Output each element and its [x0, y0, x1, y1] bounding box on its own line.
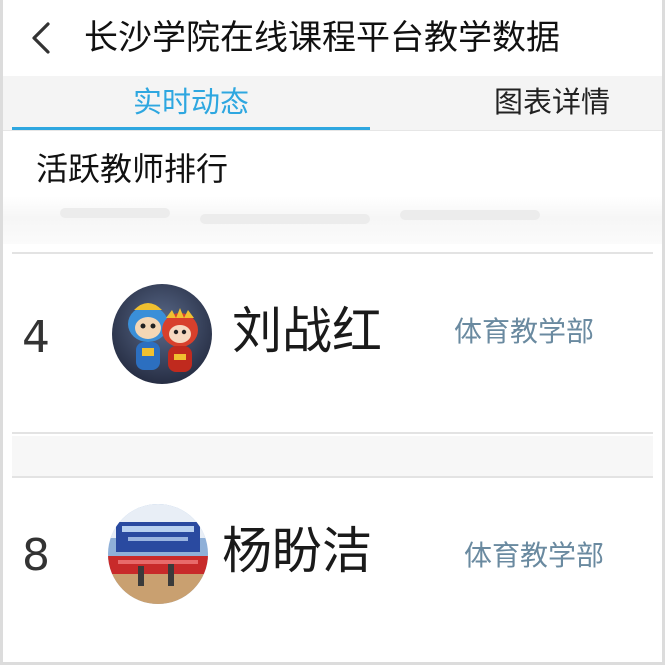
top-bar: 长沙学院在线课程平台教学数据 — [0, 0, 665, 76]
row-gap — [12, 436, 653, 476]
rank-number: 4 — [22, 312, 50, 363]
divider — [12, 432, 653, 434]
department-label: 体育教学部 — [464, 539, 605, 572]
tab-realtime[interactable]: 实时动态 — [12, 76, 370, 130]
frame-border — [0, 0, 3, 665]
divider — [12, 252, 653, 254]
rank-number: 8 — [22, 530, 50, 581]
teacher-row[interactable]: 4 刘战红 体育教学部 — [0, 256, 665, 432]
tab-chart-details[interactable]: 图表详情 — [494, 76, 610, 130]
blurred-strip — [0, 196, 665, 244]
section-title: 活跃教师排行 — [36, 150, 229, 188]
chevron-left-icon — [32, 22, 50, 54]
mascot-avatar-image — [112, 284, 212, 384]
teacher-name: 刘战红 — [232, 302, 382, 360]
teacher-name: 杨盼洁 — [222, 522, 372, 580]
department-label: 体育教学部 — [454, 315, 595, 348]
event-photo-avatar-image — [108, 504, 208, 604]
tab-bar: 实时动态 图表详情 — [0, 76, 665, 131]
avatar — [108, 504, 208, 604]
back-button[interactable] — [22, 18, 62, 58]
page-title: 长沙学院在线课程平台教学数据 — [84, 18, 560, 58]
divider — [12, 476, 653, 478]
avatar — [112, 284, 212, 384]
active-tab-indicator — [12, 127, 370, 130]
app-page: 长沙学院在线课程平台教学数据 实时动态 图表详情 活跃教师排行 4 刘战红 体育… — [0, 0, 665, 665]
teacher-row[interactable]: 8 杨盼洁 体育教学部 — [0, 480, 665, 650]
